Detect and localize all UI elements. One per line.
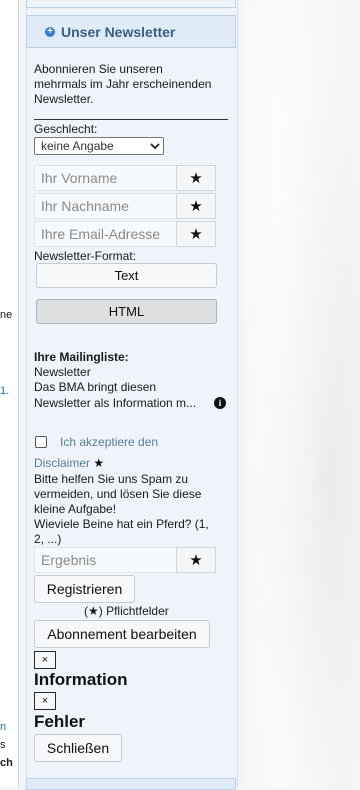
spam-text-line: kleine Aufgabe! — [34, 502, 117, 516]
mailing-description: Newsletter als Information m... — [34, 396, 197, 410]
spam-text-line: Bitte helfen Sie uns Spam zu — [34, 472, 189, 486]
next-panel-header — [26, 778, 236, 790]
intro-text-line: Abonnieren Sie unseren — [34, 62, 163, 76]
left-text-fragment: s — [0, 739, 6, 751]
captcha-question: Wieviele Beine hat ein Pferd? (1, — [34, 517, 209, 531]
gender-label: Geschlecht: — [34, 122, 98, 136]
required-star-icon: ★ — [93, 456, 105, 470]
accept-label: Ich akzeptiere den — [60, 435, 159, 449]
newsletter-title: Unser Newsletter — [61, 23, 176, 40]
plus-circle-icon: + — [45, 26, 55, 37]
left-text-fragment: n — [0, 721, 7, 733]
format-text-button[interactable]: Text — [36, 263, 217, 288]
lastname-row: ★ — [34, 193, 216, 219]
firstname-input[interactable] — [34, 165, 176, 191]
format-label: Newsletter-Format: — [34, 249, 137, 263]
result-row: ★ — [34, 547, 216, 573]
left-divider — [18, 0, 19, 787]
email-input[interactable] — [34, 221, 176, 247]
edit-subscription-button[interactable]: Abonnement bearbeiten — [34, 620, 210, 648]
mailing-name: Newsletter — [34, 365, 91, 379]
error-title: Fehler — [34, 712, 86, 731]
intro-text-line: Newsletter. — [34, 92, 94, 106]
close-error-button[interactable]: × — [34, 692, 56, 710]
required-star-icon: ★ — [176, 221, 216, 247]
captcha-question: 2, ...) — [34, 532, 62, 546]
required-note: (★) Pflichtfelder — [84, 604, 169, 618]
info-icon[interactable]: i — [214, 397, 226, 409]
email-row: ★ — [34, 221, 216, 247]
left-text-fragment: 1. — [0, 385, 10, 397]
info-title: Information — [34, 670, 128, 689]
result-input[interactable] — [34, 547, 176, 573]
mailing-description: Das BMA bringt diesen — [34, 380, 157, 394]
disclaimer-link[interactable]: Disclaimer ★ — [34, 456, 104, 470]
disclaimer-link-text[interactable]: Disclaimer — [34, 456, 90, 470]
left-text-fragment: ne — [0, 309, 13, 321]
accept-checkbox[interactable] — [35, 436, 47, 448]
required-star-icon: ★ — [176, 547, 216, 573]
background-texture — [244, 0, 360, 787]
spam-text-line: vermeiden, und lösen Sie diese — [34, 487, 202, 501]
gender-select[interactable]: keine Angabe — [34, 137, 164, 155]
format-html-button[interactable]: HTML — [36, 299, 217, 324]
previous-panel-bottom — [26, 0, 236, 8]
register-button[interactable]: Registrieren — [34, 575, 135, 603]
divider — [34, 119, 228, 120]
required-star-icon: ★ — [176, 165, 216, 191]
required-star-icon: ★ — [176, 193, 216, 219]
newsletter-header[interactable]: + Unser Newsletter — [26, 15, 236, 48]
close-button[interactable]: Schließen — [34, 734, 122, 762]
close-info-button[interactable]: × — [34, 651, 56, 669]
mailing-heading: Ihre Mailingliste: — [34, 350, 129, 364]
intro-text-line: mehrmals im Jahr erscheinenden — [34, 77, 212, 91]
lastname-input[interactable] — [34, 193, 176, 219]
firstname-row: ★ — [34, 165, 216, 191]
left-text-fragment: ch — [0, 757, 13, 769]
